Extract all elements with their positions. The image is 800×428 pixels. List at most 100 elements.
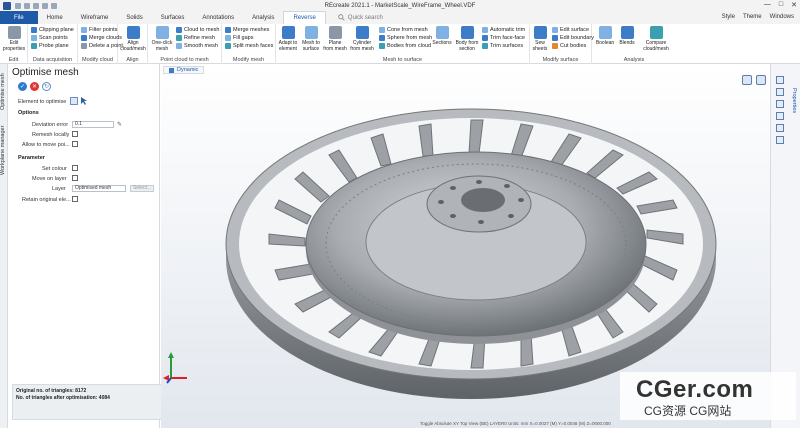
theme-menu[interactable]: Theme bbox=[743, 14, 762, 20]
select-element-icon[interactable] bbox=[70, 97, 78, 105]
mesh-to-surface-button[interactable]: Mesh to surface bbox=[300, 26, 322, 52]
tab-home[interactable]: Home bbox=[38, 11, 72, 24]
group-label-mesh-to-surface: Mesh to surface bbox=[382, 57, 423, 63]
center-bore bbox=[461, 188, 505, 212]
tab-optimise-mesh[interactable]: Optimise mesh bbox=[0, 66, 8, 118]
select-layer-button[interactable]: Select... bbox=[130, 185, 154, 192]
pencil-icon[interactable]: ✎ bbox=[117, 121, 122, 128]
set-colour-checkbox[interactable] bbox=[72, 165, 78, 171]
group-modify-surface: Sew sheets Edit surface Edit boundary Cu… bbox=[530, 24, 594, 64]
filter-icon bbox=[81, 27, 87, 33]
trim-face-face-button[interactable]: Trim face-face bbox=[482, 35, 525, 41]
auto-trim-icon bbox=[482, 27, 488, 33]
group-mesh-to-surface: Adapt to element Mesh to surface Plane f… bbox=[276, 24, 530, 64]
viewport-tab-dynamic[interactable]: Dynamic bbox=[163, 66, 205, 74]
merge-meshes-button[interactable]: Merge meshes bbox=[225, 27, 269, 33]
visibility-icon[interactable] bbox=[776, 124, 784, 132]
ok-button[interactable]: ✓ bbox=[18, 82, 27, 91]
automatic-trim-button[interactable]: Automatic trim bbox=[482, 27, 525, 33]
smooth-mesh-button[interactable]: Smooth mesh bbox=[176, 43, 218, 49]
boolean-button[interactable]: Boolean bbox=[594, 26, 616, 46]
cone-from-mesh-button[interactable]: Cone from mesh bbox=[379, 27, 428, 33]
trim-surfaces-button[interactable]: Trim surfaces bbox=[482, 43, 523, 49]
object-tree-icon[interactable] bbox=[776, 136, 784, 144]
style-menu[interactable]: Style bbox=[722, 14, 735, 20]
tab-reverse[interactable]: Reverse bbox=[283, 11, 326, 24]
filter-points-button[interactable]: Filter points bbox=[81, 27, 117, 33]
probe-plane-button[interactable]: Probe plane bbox=[31, 43, 69, 49]
cut-bodies-button[interactable]: Cut bodies bbox=[552, 43, 586, 49]
retain-original-checkbox[interactable] bbox=[72, 196, 78, 202]
search-placeholder[interactable]: Quick search bbox=[348, 15, 383, 21]
tab-analysis[interactable]: Analysis bbox=[243, 11, 283, 24]
cylinder-from-mesh-button[interactable]: Cylinder from mesh bbox=[348, 26, 376, 52]
minimize-button[interactable]: — bbox=[764, 1, 771, 9]
fill-gaps-button[interactable]: Fill gaps bbox=[225, 35, 253, 41]
display-icon[interactable] bbox=[776, 112, 784, 120]
turbine-wheel-model[interactable] bbox=[221, 84, 721, 414]
plane-from-mesh-button[interactable]: Plane from mesh bbox=[323, 26, 347, 52]
cone-icon bbox=[379, 27, 385, 33]
tab-annotations[interactable]: Annotations bbox=[193, 11, 243, 24]
optimise-mesh-panel: Optimise mesh ✓ ✕ ↻ Element to optimise … bbox=[8, 64, 162, 428]
blends-button[interactable]: Blends bbox=[617, 26, 637, 46]
display-mode-icon[interactable] bbox=[756, 75, 766, 85]
tab-properties[interactable]: Properties bbox=[787, 88, 797, 128]
tab-solids[interactable]: Solids bbox=[117, 11, 151, 24]
group-label-align: Align bbox=[126, 57, 139, 63]
mesh-icon bbox=[155, 26, 169, 39]
bodies-from-cloud-button[interactable]: Bodies from cloud bbox=[379, 43, 431, 49]
windows-menu[interactable]: Windows bbox=[770, 14, 794, 20]
left-vertical-tabs: Optimise mesh Workplane manager bbox=[0, 64, 8, 428]
original-triangles-text: Original no. of triangles: 8172 bbox=[16, 388, 87, 394]
delete-point-button[interactable]: Delete a point bbox=[81, 43, 123, 49]
layers-icon[interactable] bbox=[776, 100, 784, 108]
properties-panel-icon[interactable] bbox=[776, 88, 784, 96]
sections-icon bbox=[435, 26, 449, 39]
clipping-plane-button[interactable]: Clipping plane bbox=[31, 27, 74, 33]
split-mesh-faces-button[interactable]: Split mesh faces bbox=[225, 43, 273, 49]
refine-mesh-button[interactable]: Refine mesh bbox=[176, 35, 215, 41]
cursor-icon[interactable] bbox=[80, 97, 88, 105]
sphere-from-mesh-button[interactable]: Sphere from mesh bbox=[379, 35, 432, 41]
one-click-mesh-button[interactable]: One-click mesh bbox=[150, 26, 174, 52]
group-label-modify-mesh: Modify mesh bbox=[232, 57, 265, 63]
quick-search[interactable]: Quick search bbox=[338, 14, 383, 21]
tab-wireframe[interactable]: Wireframe bbox=[72, 11, 118, 24]
align-button[interactable]: Align cloud/mesh bbox=[120, 26, 146, 52]
edit-properties-button[interactable]: Edit properties bbox=[2, 26, 26, 52]
move-on-layer-checkbox[interactable] bbox=[72, 175, 78, 181]
menu-icon[interactable] bbox=[776, 76, 784, 84]
cancel-button[interactable]: ✕ bbox=[30, 82, 39, 91]
tab-surfaces[interactable]: Surfaces bbox=[152, 11, 194, 24]
layer-input[interactable]: Optimised mesh bbox=[72, 185, 126, 192]
tab-workplane-manager[interactable]: Workplane manager bbox=[0, 120, 8, 180]
allow-move-checkbox[interactable] bbox=[72, 141, 78, 147]
remesh-locally-checkbox[interactable] bbox=[72, 131, 78, 137]
merge-clouds-button[interactable]: Merge clouds bbox=[81, 35, 122, 41]
view-orientation-icon[interactable] bbox=[742, 75, 752, 85]
compare-cloud-mesh-button[interactable]: Compare cloud/mesh bbox=[640, 26, 672, 52]
bodies-icon bbox=[379, 43, 385, 49]
cloud-to-mesh-button[interactable]: Cloud to mesh bbox=[176, 27, 219, 33]
scan-points-button[interactable]: Scan points bbox=[31, 35, 68, 41]
deviation-error-input[interactable]: 0.1 bbox=[72, 121, 114, 128]
group-modify-cloud: Filter points Merge clouds Delete a poin… bbox=[78, 24, 123, 64]
parameter-header: Parameter bbox=[18, 155, 45, 161]
group-edit: Edit properties Edit bbox=[0, 24, 28, 64]
adapt-icon bbox=[281, 26, 295, 39]
body-from-section-button[interactable]: Body from section bbox=[454, 26, 480, 52]
sections-button[interactable]: Sections bbox=[431, 26, 453, 46]
tab-file[interactable]: File bbox=[0, 11, 38, 24]
fill-gaps-icon bbox=[225, 35, 231, 41]
edit-boundary-button[interactable]: Edit boundary bbox=[552, 35, 594, 41]
optimised-triangles-text: No. of triangles after optimisation: 408… bbox=[16, 395, 110, 401]
adapt-to-element-button[interactable]: Adapt to element bbox=[277, 26, 299, 52]
maximize-button[interactable]: □ bbox=[779, 1, 783, 9]
group-data-acquisition: Clipping plane Scan points Probe plane D… bbox=[28, 24, 78, 64]
close-button[interactable]: ✕ bbox=[791, 1, 797, 9]
optimisation-info-box: Original no. of triangles: 8172 No. of t… bbox=[12, 384, 162, 420]
edit-surface-button[interactable]: Edit surface bbox=[552, 27, 589, 33]
sew-sheets-button[interactable]: Sew sheets bbox=[531, 26, 549, 52]
apply-button[interactable]: ↻ bbox=[42, 82, 51, 91]
